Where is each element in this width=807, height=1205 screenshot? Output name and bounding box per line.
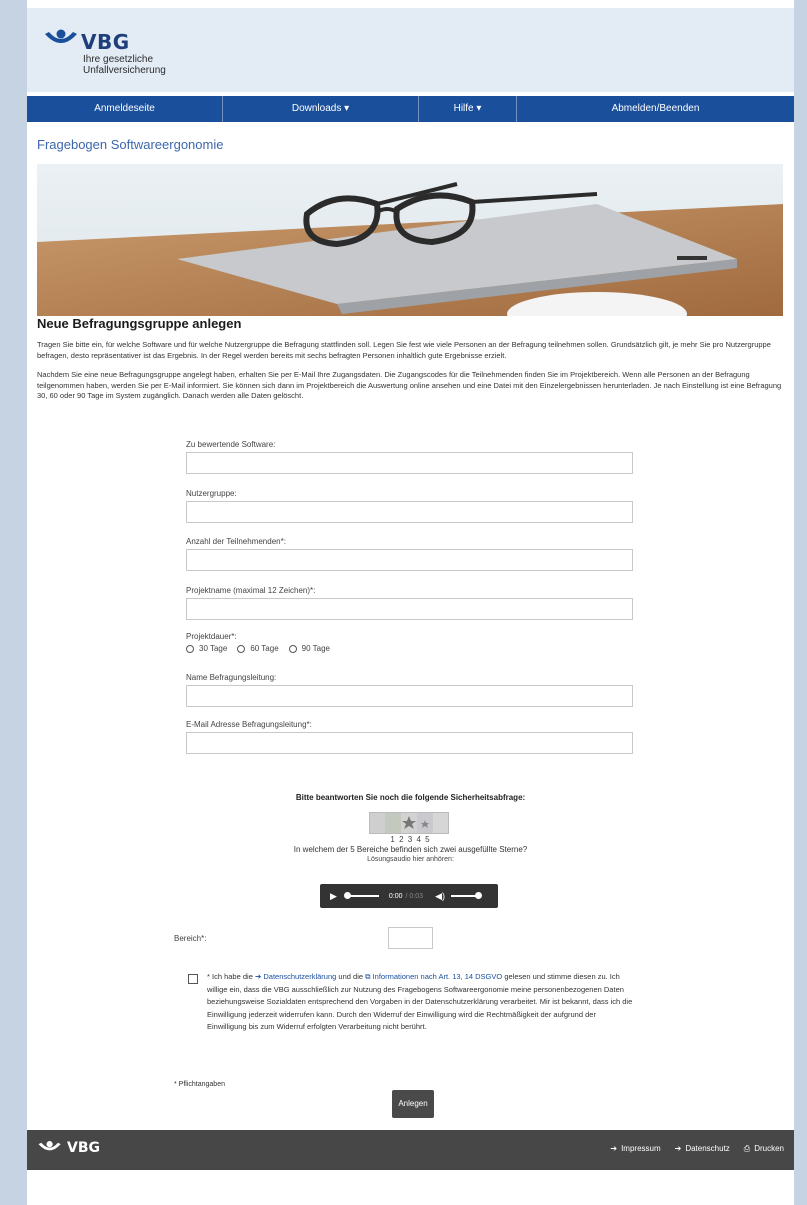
consent-checkbox[interactable] [188,974,198,984]
anlegen-button[interactable]: Anlegen [392,1090,434,1118]
captcha-numbers: 1 2 3 4 5 [390,835,431,844]
glasses-laptop-illustration [37,164,783,316]
datenschutz-link[interactable]: Datenschutzerklärung [263,972,336,981]
required-fields-note: * Pflichtangaben [174,1081,225,1088]
site-footer: VBG ➔ Impressum ➔ Datenschutz ⎙ Drucken [27,1130,794,1170]
captcha-title: Bitte beantworten Sie noch die folgende … [295,793,526,802]
volume-icon[interactable]: ◀) [435,891,445,902]
footer-brand-name: VBG [67,1140,100,1156]
footer-link-label: Datenschutz [685,1144,730,1153]
audio-current-time: 0:00 [388,892,403,900]
radio-label: 30 Tage [199,644,228,653]
arrow-right-icon: ➔ [674,1144,682,1153]
radio-90-tage[interactable]: 90 Tage [288,644,330,653]
projektname-input[interactable] [186,598,633,620]
radio-circle-icon[interactable] [186,644,194,653]
consent-text: * Ich habe die ➔ Datenschutzerklärung un… [207,971,637,1034]
star-captcha-icon [370,813,448,833]
main-navigation: Anmeldeseite Downloads ▾ Hilfe ▾ Abmelde… [27,96,794,122]
nav-item-hilfe[interactable]: Hilfe ▾ [419,96,517,122]
email-label: E-Mail Adresse Befragungsleitung*: [186,720,312,729]
footer-link-label: Impressum [621,1144,661,1153]
vbg-logo-icon [38,1141,61,1151]
bereich-input[interactable] [388,927,433,949]
arrow-right-icon: ➔ [254,972,262,981]
projektdauer-label: Projektdauer*: [186,632,237,641]
intro-text: Tragen Sie bitte ein, für welche Softwar… [37,340,785,414]
banner-image [37,164,783,316]
radio-circle-icon[interactable] [288,644,297,653]
radio-label: 90 Tage [301,644,330,653]
section-heading: Neue Befragungsgruppe anlegen [37,316,242,331]
consent-middle: und die [338,972,364,981]
radio-60-tage[interactable]: 60 Tage [237,644,279,653]
brand-name: VBG [81,30,130,54]
bereich-label: Bereich*: [174,934,207,943]
volume-handle[interactable] [474,892,482,899]
print-icon: ⎙ [743,1144,751,1153]
footer-link-impressum[interactable]: ➔ Impressum [610,1144,660,1154]
brand-subtitle: Ihre gesetzliche Unfallversicherung [83,54,166,76]
radio-label: 60 Tage [250,644,279,653]
play-icon[interactable]: ▶ [330,891,337,902]
anzahl-label: Anzahl der Teilnehmenden*: [186,537,286,546]
intro-paragraph-1: Tragen Sie bitte ein, für welche Softwar… [37,340,771,360]
nav-item-anmeldeseite[interactable]: Anmeldeseite [27,96,223,122]
nutzergruppe-input[interactable] [186,501,633,523]
volume-slider[interactable] [450,892,482,899]
audio-player[interactable]: ▶ 0:00 / 0:03 ◀) [320,884,498,908]
audio-progress-track[interactable] [343,892,379,899]
anzahl-input[interactable] [186,549,633,571]
software-label: Zu bewertende Software: [186,440,276,449]
footer-link-label: Drucken [754,1144,784,1153]
site-header: VBG Ihre gesetzliche Unfallversicherung [27,8,794,92]
nutzergruppe-label: Nutzergruppe: [186,489,237,498]
nav-item-downloads[interactable]: Downloads ▾ [223,96,419,122]
footer-link-datenschutz[interactable]: ➔ Datenschutz [675,1144,730,1154]
footer-links: ➔ Impressum ➔ Datenschutz ⎙ Drucken [610,1144,784,1154]
nav-item-abmelden[interactable]: Abmelden/Beenden [517,96,794,122]
software-input[interactable] [186,452,633,474]
leitung-label: Name Befragungsleitung: [186,673,277,682]
radio-circle-icon[interactable] [237,644,246,653]
external-link-icon: ⧉ [365,972,371,981]
projektdauer-radio-group: 30 Tage 60 Tage 90 Tage [186,644,330,653]
footer-logo[interactable]: VBG [37,1140,100,1163]
captcha-image [369,812,449,834]
audio-duration: / 0:03 [405,892,424,900]
email-input[interactable] [186,732,633,754]
radio-30-tage[interactable]: 30 Tage [186,644,227,653]
audio-progress-handle[interactable] [343,892,351,899]
consent-prefix: * Ich habe die [207,972,253,981]
footer-link-drucken[interactable]: ⎙ Drucken [744,1144,784,1154]
captcha-question: In welchem der 5 Bereiche befinden sich … [293,845,528,854]
projektname-label: Projektname (maximal 12 Zeichen)*: [186,586,316,595]
captcha-audio-label: Lösungsaudio hier anhören: [367,856,454,863]
dsgvo-info-link[interactable]: Informationen nach Art. 13, 14 DSGVO [373,972,503,981]
page-title: Fragebogen Softwareergonomie [37,137,224,152]
leitung-input[interactable] [186,685,633,707]
arrow-right-icon: ➔ [610,1144,618,1153]
vbg-logo-icon [45,29,77,43]
intro-paragraph-2: Nachdem Sie eine neue Befragungsgruppe a… [37,370,782,400]
page-container: VBG Ihre gesetzliche Unfallversicherung … [27,0,794,1205]
